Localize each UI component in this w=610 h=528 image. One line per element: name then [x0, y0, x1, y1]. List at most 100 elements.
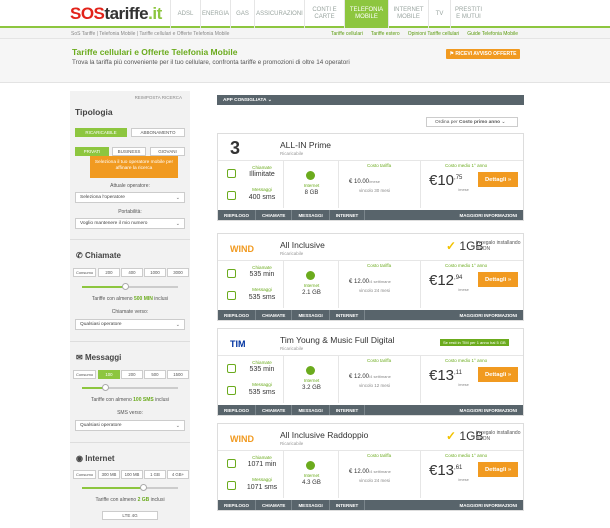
plan-type: Ricaricabile [280, 151, 304, 156]
lte-label: LTE 4G [122, 513, 138, 518]
nav-item-6[interactable]: INTERNET MOBILE [388, 0, 428, 28]
sms-verso-select[interactable]: Qualsiasi operatore ⌄ [75, 420, 185, 431]
cost-cell: Costo tariffa € 12.00/4 settimane vincolo … [339, 451, 421, 498]
details-button[interactable]: Dettagli » [478, 462, 518, 477]
footer-tab[interactable]: RIEPILOGO [218, 500, 257, 510]
step-option[interactable]: 500 [144, 370, 166, 379]
step-option[interactable]: 300 MB [98, 470, 120, 479]
step-option[interactable]: 1500 [167, 370, 189, 379]
step-option[interactable]: 1000 [144, 268, 166, 277]
giovani-button[interactable]: GIOVANI [150, 147, 185, 156]
bonus-note: in regalo installando VEON [476, 430, 521, 442]
messaggi-consumo[interactable]: Consumo [73, 370, 96, 379]
step-option[interactable]: 400 [121, 268, 143, 277]
internet-consumo[interactable]: Consumo [73, 470, 96, 479]
messaggi-slider[interactable] [82, 384, 178, 391]
lte-button[interactable]: LTE 4G [102, 511, 158, 520]
chiamate-verso-select[interactable]: Qualsiasi operatore ⌄ [75, 319, 185, 330]
nav-item-7[interactable]: TV [428, 0, 450, 28]
step-option[interactable]: 100 MB [121, 470, 143, 479]
reset-search-link[interactable]: REIMPOSTA RICERCA [135, 95, 182, 100]
summary-value: 500 MIN [133, 296, 153, 302]
nav-item-3[interactable]: ASSICURAZIONI [254, 0, 304, 28]
nav-item-2[interactable]: GAS [230, 0, 254, 28]
breadcrumb-link[interactable]: Tariffe estero [371, 31, 400, 37]
summary-value: 100 SMS [133, 397, 154, 403]
vincolo: vincolo 12 mesi [359, 383, 391, 388]
breadcrumb[interactable]: SoS Tariffe | Telefonia Mobile | Tariffe… [71, 31, 229, 37]
footer-tab[interactable]: CHIAMATE [256, 210, 293, 220]
footer-tab[interactable]: CHIAMATE [256, 405, 293, 415]
chiamate-slider[interactable] [82, 283, 178, 290]
price-cents: ,11 [454, 370, 462, 376]
abbonamento-button[interactable]: ABBONAMENTO [131, 128, 185, 137]
plan-name[interactable]: All Inclusive [280, 240, 325, 250]
cost-value: € 12.00/4 settimane [349, 279, 391, 285]
footer-tab[interactable]: CHIAMATE [256, 310, 293, 320]
business-button[interactable]: BUSINESS [112, 147, 146, 156]
consumo-label: Consumo [75, 472, 94, 477]
footer-tab[interactable]: RIEPILOGO [218, 210, 257, 220]
footer-tab[interactable]: INTERNET [330, 405, 366, 415]
receive-alerts-button[interactable]: ⚑ RICEVI AVVISO OFFERTE [446, 49, 520, 59]
filter-sidebar: REIMPOSTA RICERCA Tipologia RICARICABILE… [70, 91, 190, 528]
cost-value: € 12.00/4 settimane [349, 469, 391, 475]
footer-tab[interactable]: MESSAGGI [292, 310, 330, 320]
sort-select[interactable]: Ordina per Costo primo anno ⌄ [426, 117, 518, 127]
footer-tab[interactable]: INTERNET [330, 500, 366, 510]
plan-name[interactable]: Tim Young & Music Full Digital [280, 335, 394, 345]
internet-slider[interactable] [82, 484, 178, 491]
step-option[interactable]: 1 GB [144, 470, 166, 479]
calls-label: Chiamate [252, 360, 272, 365]
portabilita-select[interactable]: Voglio mantenere il mio numero ⌄ [75, 218, 185, 229]
chiamate-consumo[interactable]: Consumo [73, 268, 96, 277]
globe-icon [306, 461, 315, 470]
step-option[interactable]: 3000 [167, 268, 189, 277]
step-option[interactable]: 100 [98, 370, 120, 379]
business-label: BUSINESS [117, 149, 141, 154]
app-consigliata-bar[interactable]: APP CONSIGLIATA ⌄ [217, 95, 524, 105]
messaggi-slider-handle[interactable] [102, 384, 109, 391]
footer-tab[interactable]: INTERNET [330, 310, 366, 320]
footer-tab[interactable]: MAGGIORI INFORMAZIONI [454, 500, 524, 510]
footer-tab[interactable]: MESSAGGI [292, 210, 330, 220]
nav-item-0[interactable]: ADSL [170, 0, 200, 28]
plan-name[interactable]: All Inclusive Raddoppio [280, 430, 368, 440]
footer-tab[interactable]: INTERNET [330, 210, 366, 220]
footer-tab[interactable]: MAGGIORI INFORMAZIONI [454, 210, 524, 220]
internet-label: Internet [303, 183, 320, 188]
breadcrumb-link[interactable]: Opinioni Tariffe cellulari [408, 31, 460, 37]
footer-tab[interactable]: CHIAMATE [256, 500, 293, 510]
plan-name[interactable]: ALL-IN Prime [280, 140, 331, 150]
footer-tab[interactable]: MESSAGGI [292, 405, 330, 415]
details-button[interactable]: Dettagli » [478, 172, 518, 187]
internet-slider-handle[interactable] [140, 484, 147, 491]
sms-label: Messaggi [252, 287, 272, 292]
details-button[interactable]: Dettagli » [478, 367, 518, 382]
breadcrumb-link[interactable]: Tariffe cellulari [331, 31, 363, 37]
step-option[interactable]: 200 [98, 268, 120, 277]
step-option[interactable]: 4 GB+ [167, 470, 189, 479]
footer-tab[interactable]: RIEPILOGO [218, 405, 257, 415]
logo-part-1: SOS [70, 4, 105, 23]
step-option[interactable]: 200 [121, 370, 143, 379]
breadcrumb-link[interactable]: Guide Telefonia Mobile [467, 31, 518, 37]
footer-tab[interactable]: MAGGIORI INFORMAZIONI [454, 405, 524, 415]
ricaricabile-button[interactable]: RICARICABILE [75, 128, 127, 137]
results: APP CONSIGLIATA ⌄ Ordina per Costo primo… [217, 95, 524, 528]
brand-logo: WIND [230, 244, 254, 254]
nav-item-8[interactable]: PRESTITI E MUTUI [450, 0, 486, 28]
nav-item-4[interactable]: CONTI E CARTE [304, 0, 344, 28]
privati-button[interactable]: PRIVATI [75, 147, 109, 156]
site-logo[interactable]: SOS tariffe .it [70, 4, 162, 24]
footer-tab[interactable]: RIEPILOGO [218, 310, 257, 320]
nav-item-1[interactable]: ENERGIA [200, 0, 230, 28]
offer-footer: RIEPILOGO CHIAMATE MESSAGGI INTERNET MAGGIOR… [218, 405, 523, 415]
sms-label: Messaggi [252, 382, 272, 387]
footer-tab[interactable]: MAGGIORI INFORMAZIONI [454, 310, 524, 320]
details-button[interactable]: Dettagli » [478, 272, 518, 287]
operatore-select[interactable]: Seleziona l'operatore ⌄ [75, 192, 185, 203]
nav-item-5[interactable]: TELEFONIA MOBILE [344, 0, 388, 28]
footer-tab[interactable]: MESSAGGI [292, 500, 330, 510]
chiamate-slider-handle[interactable] [122, 283, 129, 290]
